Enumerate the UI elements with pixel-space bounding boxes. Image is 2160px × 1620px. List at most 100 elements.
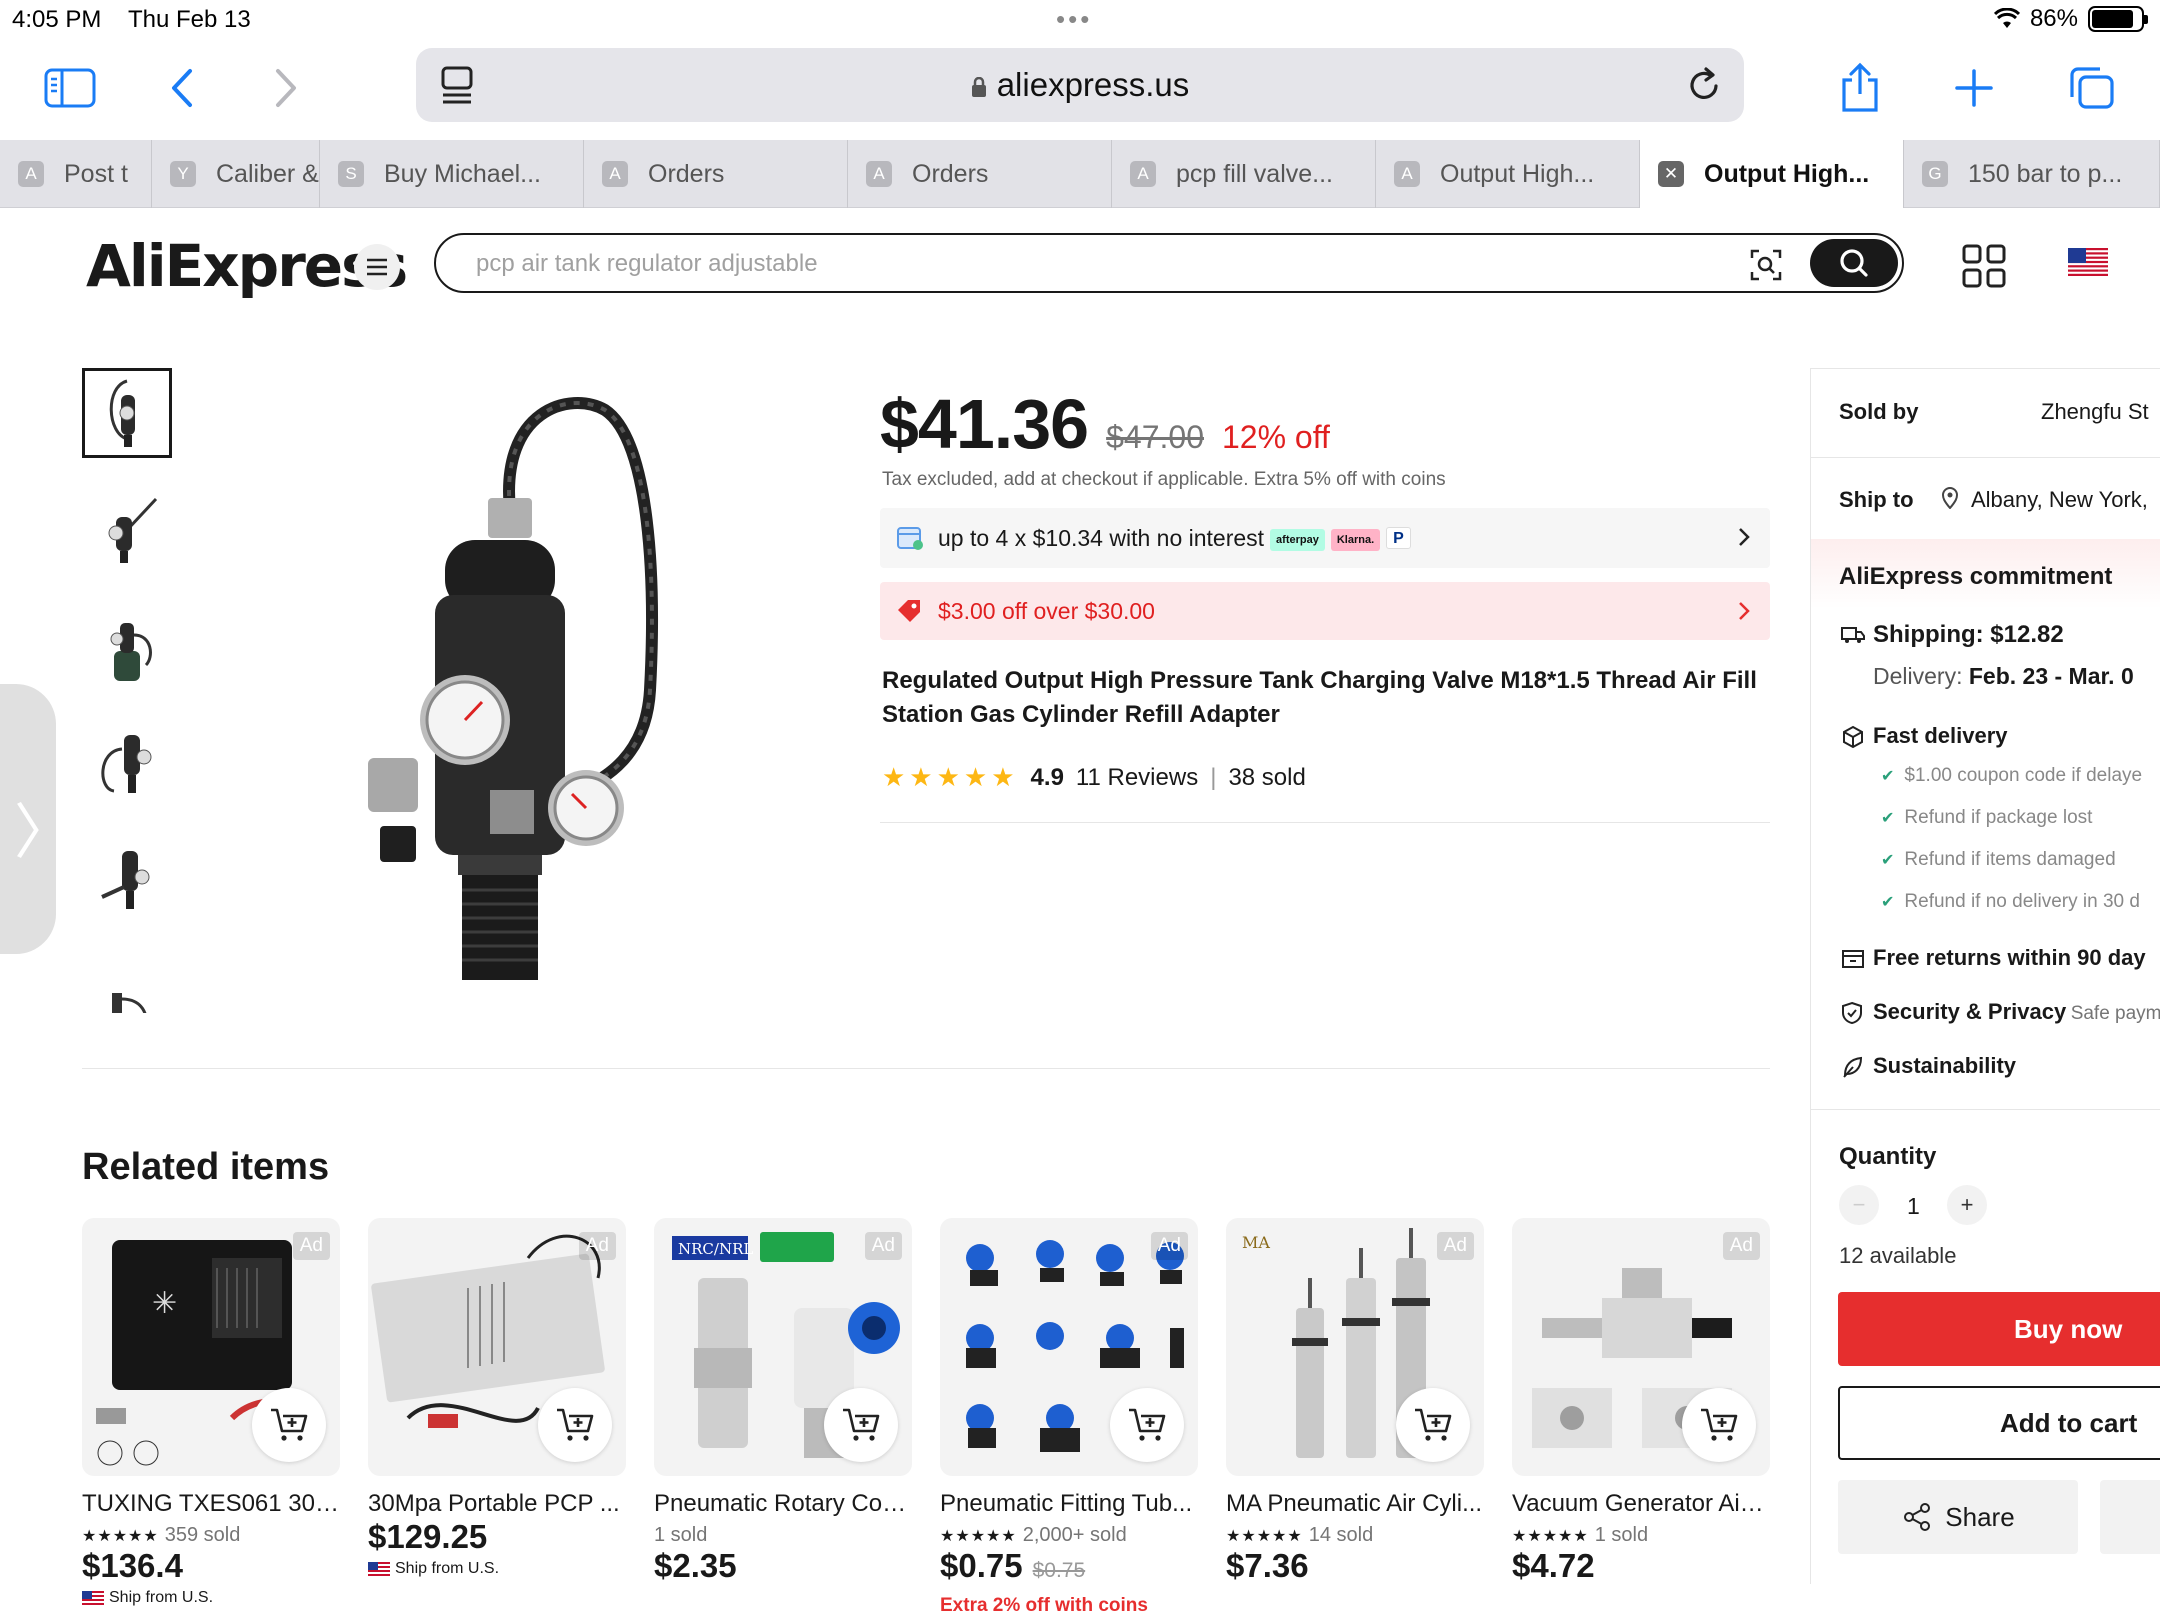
us-flag-icon <box>82 1590 104 1606</box>
quantity-value[interactable]: 1 <box>1907 1193 1920 1220</box>
tab[interactable]: A Orders <box>848 140 1112 208</box>
tab-favicon: A <box>866 161 892 187</box>
thumbnail[interactable] <box>82 832 172 922</box>
coins-promo: Extra 2% off with coins <box>940 1595 1148 1616</box>
product-card-meta: ★★★★★ 14 sold <box>1226 1524 1484 1547</box>
truck-icon <box>1841 627 1865 643</box>
free-returns[interactable]: Free returns within 90 day <box>1873 945 2146 971</box>
thumbnail[interactable] <box>82 484 172 574</box>
add-to-cart-icon[interactable] <box>538 1388 612 1462</box>
us-flag-icon[interactable] <box>2068 248 2108 276</box>
product-card-price: $7.36 <box>1226 1547 1309 1584</box>
category-menu-icon[interactable] <box>354 244 400 290</box>
tab[interactable]: A Orders <box>584 140 848 208</box>
tab-favicon: A <box>602 161 628 187</box>
tab-label: Orders <box>912 159 989 188</box>
reload-icon[interactable] <box>1686 66 1722 109</box>
rating-score: 4.9 <box>1030 763 1064 791</box>
product-card[interactable]: ✳ Ad TUXING TXES061 300... ★★★★★ 359 sold $13… <box>82 1218 340 1607</box>
thumbnail[interactable] <box>82 948 172 1013</box>
quantity-decrement-button[interactable]: − <box>1839 1185 1879 1225</box>
ship-to-label: Ship to <box>1839 487 1914 512</box>
product-card[interactable]: MA Ad MA Pneumatic Air Cyli... ★★★★★ 14 sold… <box>1226 1218 1484 1585</box>
search-input[interactable] <box>476 247 1676 281</box>
discount-label: 12% off <box>1221 419 1330 455</box>
product-card-image[interactable]: Ad <box>1512 1218 1770 1476</box>
product-card[interactable]: Ad Vacuum Generator Air ... ★★★★★ 1 sold $4.… <box>1512 1218 1770 1585</box>
coupon-banner[interactable]: $3.00 off over $30.00 <box>880 582 1770 640</box>
tab[interactable]: A Output High... <box>1376 140 1640 208</box>
add-to-cart-icon[interactable] <box>1682 1388 1756 1462</box>
related-items-title: Related items <box>82 1146 330 1188</box>
tab[interactable]: G 150 bar to p... <box>1904 140 2160 208</box>
tab-favicon: A <box>1130 161 1156 187</box>
back-icon[interactable] <box>152 58 212 118</box>
add-to-cart-icon[interactable] <box>824 1388 898 1462</box>
product-card-price: $2.35 <box>654 1547 737 1584</box>
tab-label: 150 bar to p... <box>1968 159 2123 188</box>
tab[interactable]: A Post t <box>0 140 152 208</box>
product-card-name[interactable]: TUXING TXES061 300... <box>82 1490 340 1518</box>
wishlist-button[interactable] <box>2100 1480 2160 1554</box>
wifi-icon <box>1993 8 2020 28</box>
product-card-name[interactable]: Pneumatic Rotary Con... <box>654 1490 912 1518</box>
product-card-name[interactable]: MA Pneumatic Air Cyli... <box>1226 1490 1484 1518</box>
thumbnail[interactable] <box>82 368 172 458</box>
product-card-image[interactable]: ✳ Ad <box>82 1218 340 1476</box>
tab-favicon: S <box>338 161 364 187</box>
search-button[interactable] <box>1810 239 1898 287</box>
installments-banner[interactable]: up to 4 x $10.34 with no interest afterpa… <box>880 508 1770 568</box>
tab[interactable]: S Buy Michael... <box>320 140 584 208</box>
klarna-badge: Klarna. <box>1330 529 1381 551</box>
add-to-cart-icon[interactable] <box>1396 1388 1470 1462</box>
product-card-name[interactable]: Pneumatic Fitting Tub... <box>940 1490 1198 1518</box>
product-card-image[interactable]: Ad <box>368 1218 626 1476</box>
address-bar[interactable]: aliexpress.us <box>416 48 1744 122</box>
image-search-icon[interactable] <box>1746 245 1786 285</box>
close-tab-icon[interactable]: ✕ <box>1658 161 1684 187</box>
product-card[interactable]: Ad 30Mpa Portable PCP ... $129.25 Ship from… <box>368 1218 626 1578</box>
tab-active[interactable]: ✕ Output High... <box>1640 140 1904 208</box>
share-nodes-icon <box>1904 1503 1931 1531</box>
share-button[interactable]: Share <box>1838 1480 2078 1554</box>
battery-icon <box>2088 6 2148 32</box>
calendar-icon <box>897 527 923 550</box>
share-icon[interactable] <box>1830 58 1890 118</box>
forward-icon[interactable] <box>256 58 316 118</box>
side-panel-handle[interactable]: 〉 <box>0 684 74 954</box>
add-to-cart-button[interactable]: Add to cart <box>1838 1386 2160 1460</box>
commitment-title[interactable]: AliExpress commitment <box>1839 563 2112 591</box>
quantity-increment-button[interactable]: + <box>1947 1185 1987 1225</box>
product-card-name[interactable]: Vacuum Generator Air ... <box>1512 1490 1770 1518</box>
qr-code-icon[interactable] <box>1962 244 2006 293</box>
product-card-meta: ★★★★★ 359 sold <box>82 1524 340 1547</box>
multitasking-dots[interactable]: ••• <box>1056 4 1092 35</box>
product-card[interactable]: NRC/NRL Ad Pneumatic Rotary Con... 1 sold $2… <box>654 1218 912 1585</box>
product-card-image[interactable]: MA Ad <box>1226 1218 1484 1476</box>
new-tab-icon[interactable] <box>1944 58 2004 118</box>
tab-overview-icon[interactable] <box>2062 58 2122 118</box>
product-card[interactable]: Ad Pneumatic Fitting Tub... ★★★★★ 2,000+ so… <box>940 1218 1198 1617</box>
sustainability[interactable]: Sustainability <box>1873 1053 2016 1079</box>
tab[interactable]: Apcp fill valve... <box>1112 140 1376 208</box>
add-to-cart-icon[interactable] <box>252 1388 326 1462</box>
ship-to-location[interactable]: Albany, New York, <box>1971 487 2148 513</box>
add-to-cart-icon[interactable] <box>1110 1388 1184 1462</box>
ship-from-badge: Ship from U.S. <box>82 1589 340 1607</box>
sidebar-toggle-icon[interactable] <box>40 58 100 118</box>
product-card-name[interactable]: 30Mpa Portable PCP ... <box>368 1490 626 1518</box>
thumbnail[interactable] <box>82 716 172 806</box>
tab[interactable]: Y Caliber & <box>152 140 320 208</box>
security-row[interactable]: Security & Privacy Safe paym <box>1873 999 2160 1025</box>
product-card-image[interactable]: Ad <box>940 1218 1198 1476</box>
product-card-original-price: $0.75 <box>1032 1559 1086 1582</box>
search-icon <box>1840 249 1868 277</box>
store-name[interactable]: Zhengfu St <box>2041 399 2149 425</box>
rating-row[interactable]: ★★★★★ 4.9 11 Reviews | 38 sold <box>882 762 1306 793</box>
thumbnail[interactable] <box>82 600 172 690</box>
buy-now-button[interactable]: Buy now <box>1838 1292 2160 1366</box>
guarantee-item: ✔ $1.00 coupon code if delaye <box>1881 765 2143 786</box>
product-card-image[interactable]: NRC/NRL Ad <box>654 1218 912 1476</box>
review-count[interactable]: 11 Reviews <box>1076 764 1198 792</box>
main-product-image[interactable] <box>350 380 690 1000</box>
